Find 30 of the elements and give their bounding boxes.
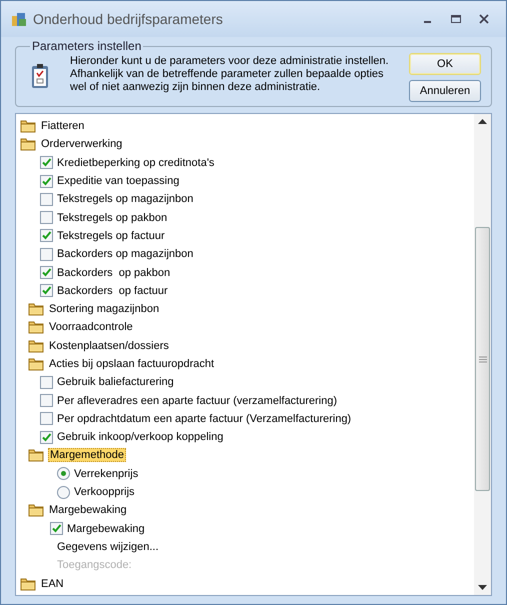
tree-item[interactable]: EAN [40, 578, 65, 590]
checkbox-label: Backorders op factuur [57, 284, 168, 297]
tree-item[interactable]: Margebewaking [48, 504, 128, 516]
tree-item[interactable]: Fiatteren [40, 120, 86, 132]
dialog-button[interactable]: OK [409, 53, 481, 75]
checkbox-label: Margebewaking [67, 522, 145, 535]
tree-item[interactable]: Kostenplaatsen/dossiers [48, 340, 170, 352]
checkbox-label: Kredietbeperking op creditnota's [57, 156, 214, 169]
checkbox-label: Tekstregels op factuur [57, 230, 165, 242]
checkbox-label: Gebruik baliefacturering [57, 376, 174, 388]
checkbox-label: Backorders op pakbon [57, 266, 170, 279]
tree-link[interactable]: Gegevens wijzigen... [57, 540, 158, 553]
tree-item[interactable]: Sortering magazijnbon [48, 303, 160, 316]
checkbox-label: Backorders op magazijnbon [57, 248, 194, 260]
radio-label: Verkoopprijs [74, 486, 135, 498]
tree-item[interactable]: Orderverwerking [40, 138, 124, 150]
group-title: Parameters instellen [31, 39, 142, 53]
checkbox-label: Gebruik inkoop/verkoop koppeling [57, 431, 224, 444]
description-text: Hieronder kunt u de parameters voor deze administratie instellen. Afhankelijk van de betreffende parameter zullen bepaalde opties wel of niet aanwezig zijn binnen deze administratie. [70, 54, 390, 94]
checkbox-label: Tekstregels op pakbon [57, 212, 168, 224]
tree-item[interactable]: Voorraadcontrole [48, 321, 134, 334]
dialog-button[interactable]: Annuleren [409, 80, 481, 102]
tree-item[interactable]: Margemethode [48, 448, 126, 462]
checkbox-label: Tekstregels op magazijnbon [57, 193, 194, 206]
checkbox-label: Per opdrachtdatum een aparte factuur (Verzamelfacturering) [57, 412, 352, 425]
checkbox-label: Per afleveradres een aparte factuur (verzamelfacturering) [57, 394, 338, 407]
tree-item[interactable]: Acties bij opslaan factuuropdracht [48, 358, 216, 370]
checkbox-label: Expeditie van toepassing [57, 175, 180, 188]
radio-label: Verrekenprijs [74, 468, 138, 480]
window-title: Onderhoud bedrijfsparameters [33, 11, 224, 27]
